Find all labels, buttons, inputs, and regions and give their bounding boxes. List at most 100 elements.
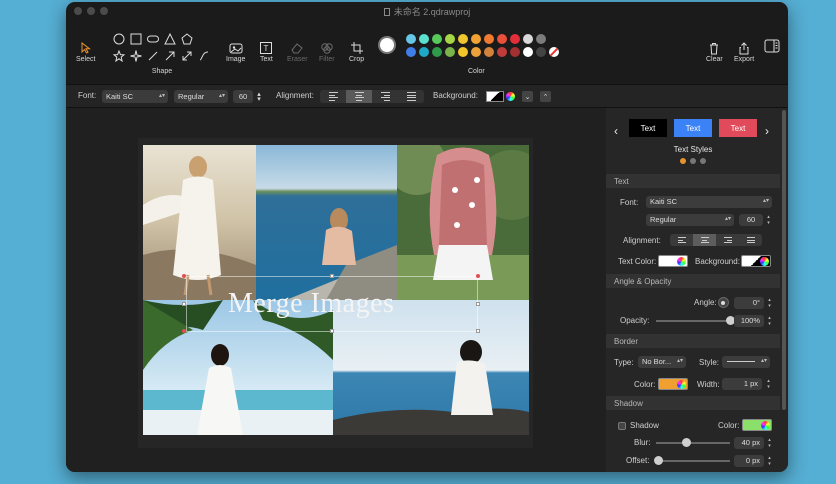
align-justify-icon[interactable] [739,234,762,246]
filter-tool-button[interactable]: Filter [319,40,335,63]
align-right-icon[interactable] [716,234,739,246]
border-color-swatch[interactable] [658,378,688,390]
double-arrow-shape-icon[interactable] [178,47,195,64]
opacity-field[interactable]: 100% [734,315,764,327]
pentagon-shape-icon[interactable] [178,30,195,47]
font-size-field[interactable]: 60 [233,90,253,103]
align-left-icon[interactable] [670,234,693,246]
align-justify-icon[interactable] [398,90,424,103]
align-center-icon[interactable] [346,90,372,103]
text-tool-button[interactable]: T Text [260,40,273,63]
blur-slider[interactable] [656,442,730,444]
panel-font-select[interactable]: Kaiti SC ▴▾ [646,196,772,208]
font-weight-select[interactable]: Regular ▴▾ [174,90,228,103]
eraser-tool-button[interactable]: Eraser [287,40,308,63]
chevron-right-icon[interactable]: › [765,124,769,138]
selection-handle[interactable] [182,274,186,278]
color-swatch[interactable] [471,47,481,57]
color-swatch[interactable] [458,47,468,57]
selection-handle[interactable] [330,329,334,333]
color-swatch[interactable] [484,47,494,57]
chevron-left-icon[interactable]: ‹ [614,124,618,138]
color-swatch[interactable] [458,34,468,44]
selection-handle[interactable] [182,329,186,333]
blur-field[interactable]: 40 px [734,437,764,449]
selection-handle[interactable] [476,329,480,333]
curve-shape-icon[interactable] [195,47,212,64]
sidebar-toggle-button[interactable] [764,38,780,54]
offset-stepper[interactable]: ▴ ▾ [766,455,773,467]
text-color-swatch[interactable] [658,255,688,267]
offset-slider-knob[interactable] [654,456,663,465]
blur-slider-knob[interactable] [682,438,691,447]
color-wheel-icon[interactable] [506,92,515,101]
color-swatch[interactable] [432,34,442,44]
selection-handle[interactable] [476,302,480,306]
selection-handle[interactable] [330,274,334,278]
panel-size-field[interactable]: 60 [739,214,763,226]
star-shape-icon[interactable] [110,47,127,64]
text-style-preset-blue[interactable]: Text [674,119,712,137]
color-swatch[interactable] [523,47,533,57]
angle-stepper[interactable]: ▴ ▾ [766,297,773,309]
color-swatch[interactable] [536,34,546,44]
color-swatch[interactable] [419,34,429,44]
blur-stepper[interactable]: ▴ ▾ [766,437,773,449]
panel-weight-select[interactable]: Regular ▴▾ [646,214,734,226]
line-shape-icon[interactable] [144,47,161,64]
arrow-shape-icon[interactable] [161,47,178,64]
no-color-icon[interactable] [549,47,559,57]
export-button[interactable]: Export [734,40,754,63]
color-swatch[interactable] [406,34,416,44]
color-swatch[interactable] [497,47,507,57]
chevron-down-icon[interactable]: ⌄ [522,91,533,102]
chevron-up-icon[interactable]: ⌃ [540,91,551,102]
text-style-preset-red[interactable]: Text [719,119,757,137]
border-width-stepper[interactable]: ▴ ▾ [765,378,772,390]
border-style-select[interactable]: ▴▾ [722,356,770,368]
color-swatch[interactable] [471,34,481,44]
crop-tool-button[interactable]: Crop [349,40,364,63]
color-swatch[interactable] [406,47,416,57]
align-left-icon[interactable] [320,90,346,103]
color-swatch[interactable] [432,47,442,57]
font-family-select[interactable]: Kaiti SC ▴▾ [102,90,168,103]
selection-handle[interactable] [476,274,480,278]
drawing-canvas[interactable]: Merge Images [66,108,606,472]
offset-field[interactable]: 0 px [734,455,764,467]
triangle-shape-icon[interactable] [161,30,178,47]
clear-button[interactable]: Clear [706,40,723,63]
panel-size-stepper[interactable]: ▴ ▾ [765,214,772,226]
border-width-field[interactable]: 1 px [722,378,762,390]
color-swatch[interactable] [536,47,546,57]
align-center-icon[interactable] [693,234,716,246]
color-swatch[interactable] [419,47,429,57]
opacity-slider[interactable] [656,320,730,322]
circle-shape-icon[interactable] [110,30,127,47]
shadow-color-swatch[interactable] [742,419,772,431]
font-size-stepper[interactable]: ▴ ▾ [255,91,263,103]
color-swatch[interactable] [445,34,455,44]
align-right-icon[interactable] [372,90,398,103]
color-swatch[interactable] [445,47,455,57]
opacity-stepper[interactable]: ▴ ▾ [766,315,773,327]
shadow-checkbox[interactable] [618,422,626,430]
rounded-rect-shape-icon[interactable] [144,30,161,47]
square-shape-icon[interactable] [127,30,144,47]
page-dot[interactable] [690,158,696,164]
offset-slider[interactable] [656,460,730,462]
selection-handle[interactable] [182,302,186,306]
page-dot[interactable] [700,158,706,164]
current-color-swatch[interactable] [378,36,396,54]
border-type-select[interactable]: No Bor... ▴▾ [638,356,686,368]
text-style-preset-black[interactable]: Text [629,119,667,137]
panel-scrollbar[interactable] [782,110,786,410]
angle-field[interactable]: 0° [734,297,764,309]
page-dot[interactable] [680,158,686,164]
background-color-swatch[interactable] [486,91,504,102]
color-swatch[interactable] [510,47,520,57]
panel-background-swatch[interactable] [741,255,771,267]
canvas-text-object[interactable]: Merge Images [228,288,394,320]
color-swatch[interactable] [523,34,533,44]
image-tool-button[interactable]: Image [226,40,245,63]
